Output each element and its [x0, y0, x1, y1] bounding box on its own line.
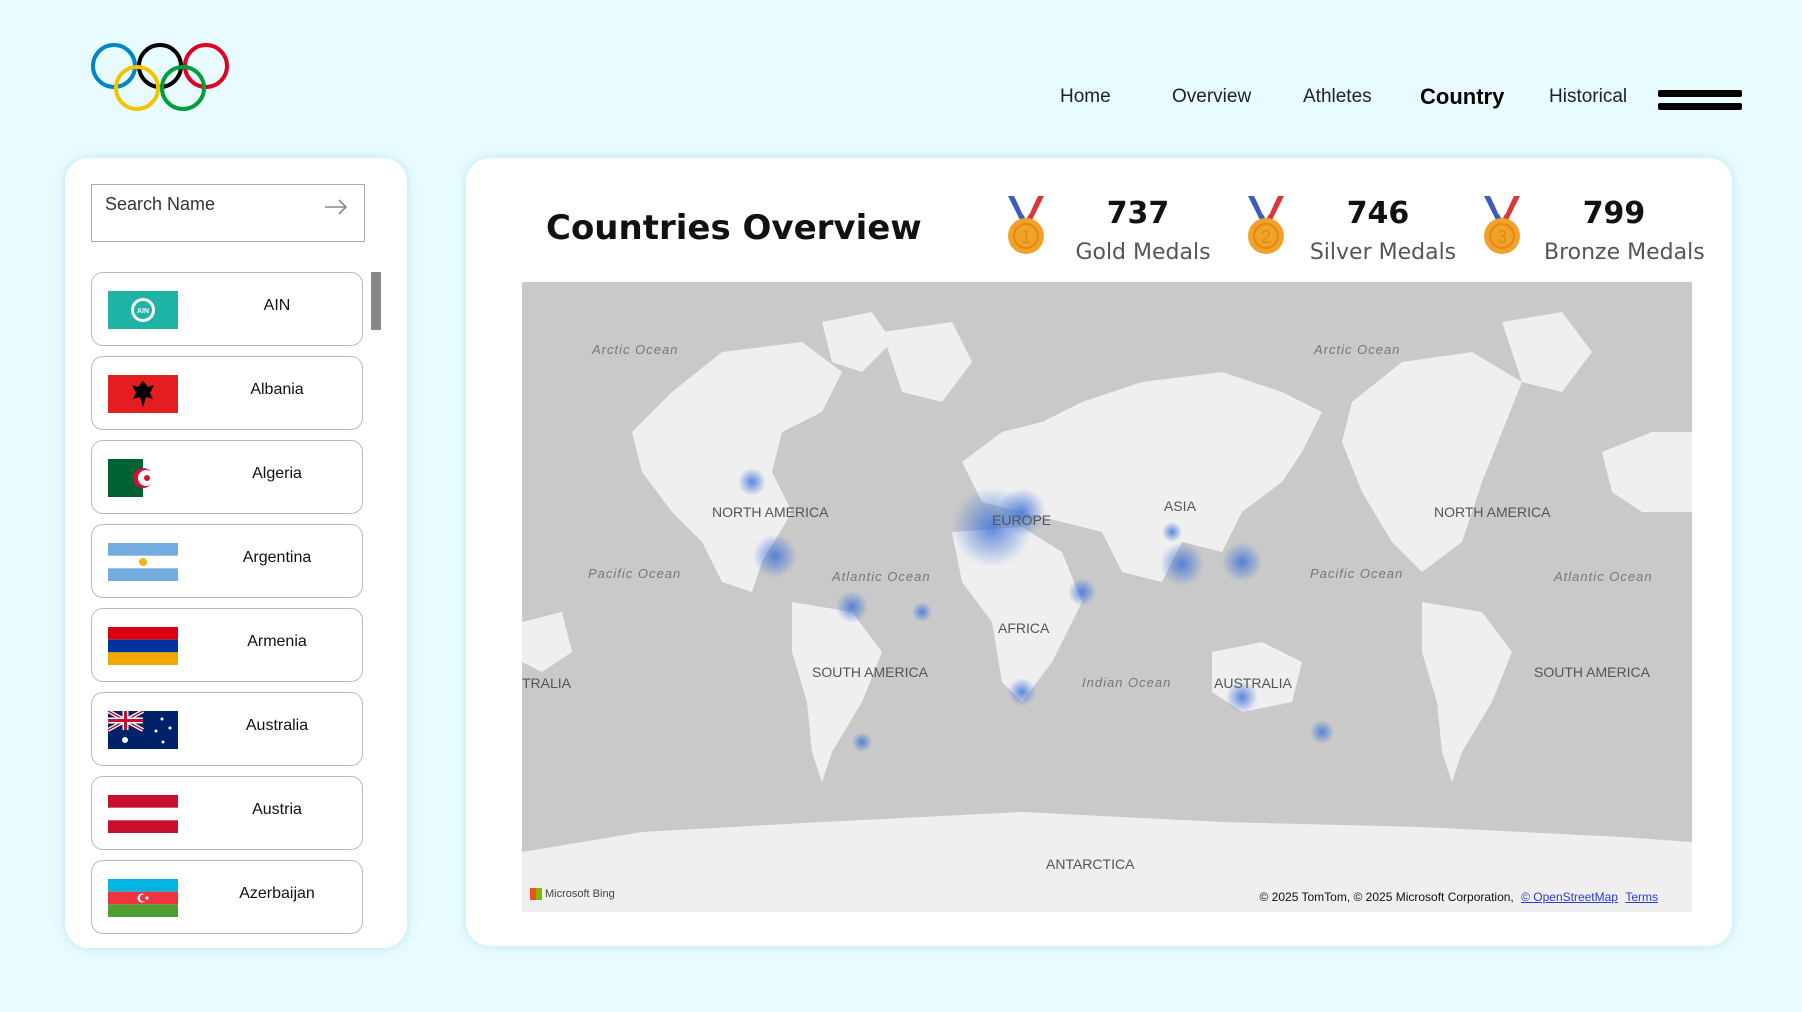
country-name: Austria [252, 801, 302, 818]
sidebar-scrollbar[interactable] [371, 272, 381, 330]
country-name: Australia [245, 717, 309, 734]
austria-flag-icon [108, 795, 178, 833]
map-label: TRALIA [522, 675, 572, 691]
map-landmass [522, 312, 1692, 912]
hamburger-menu-icon[interactable] [1658, 90, 1742, 114]
algeria-flag-icon [108, 459, 178, 497]
albania-flag-icon [108, 375, 178, 413]
country-list: AIN AIN Albania Algeria Argentina Armeni… [91, 272, 363, 944]
countries-overview-panel: Countries Overview 1 737 Gold Medals 2 7… [466, 158, 1732, 946]
bing-text: Microsoft Bing [545, 887, 615, 900]
gold-medal-kpi: 1 737 Gold Medals [1002, 194, 1242, 274]
gold-medal-count: 737 [1106, 196, 1170, 231]
map-label: Pacific Ocean [588, 566, 682, 581]
svg-text:AIN: AIN [137, 308, 149, 315]
country-name: Azerbaijan [239, 885, 315, 902]
country-name: Argentina [242, 549, 312, 566]
bronze-medal-count: 799 [1582, 196, 1646, 231]
world-map[interactable]: Arctic Ocean Arctic Ocean NORTH AMERICA … [522, 282, 1692, 912]
nav-athletes[interactable]: Athletes [1303, 86, 1372, 108]
map-label: ASIA [1164, 498, 1196, 514]
silver-medal-icon: 2 [1248, 195, 1284, 254]
map-label: SOUTH AMERICA [812, 664, 928, 680]
map-label: Arctic Ocean [592, 342, 679, 357]
map-label: ANTARCTICA [1046, 856, 1135, 872]
bronze-medal-kpi: 3 799 Bronze Medals [1478, 194, 1718, 274]
silver-medal-count: 746 [1346, 196, 1410, 231]
country-item-albania[interactable]: Albania [91, 356, 363, 430]
bing-logo: Microsoft Bing [530, 888, 615, 900]
map-label: EUROPE [992, 512, 1052, 528]
country-name: Armenia [247, 633, 307, 650]
terms-link[interactable]: Terms [1625, 890, 1658, 904]
map-label: Pacific Ocean [1310, 566, 1404, 581]
map-label: Arctic Ocean [1314, 342, 1401, 357]
country-item-ain[interactable]: AIN AIN [91, 272, 363, 346]
map-label: Atlantic Ocean [1554, 569, 1653, 584]
silver-medal-label: Silver Medals [1309, 240, 1457, 265]
armenia-flag-icon [108, 627, 178, 665]
country-item-austria[interactable]: Austria [91, 776, 363, 850]
bronze-medal-label: Bronze Medals [1544, 240, 1705, 265]
nav-historical[interactable]: Historical [1549, 86, 1627, 108]
australia-flag-icon [108, 711, 178, 749]
map-label: NORTH AMERICA [1434, 504, 1551, 520]
gold-medal-icon: 1 [1008, 195, 1044, 254]
search-input[interactable] [103, 193, 317, 216]
page-title: Countries Overview [546, 208, 922, 248]
nav-overview[interactable]: Overview [1172, 86, 1251, 108]
country-sidebar: AIN AIN Albania Algeria Argentina Armeni… [65, 158, 407, 948]
svg-text:2: 2 [1261, 227, 1271, 247]
map-label: Atlantic Ocean [832, 569, 931, 584]
ain-flag-icon: AIN [108, 291, 178, 329]
top-navigation: Home Overview Athletes Country Historica… [0, 84, 1802, 116]
search-box [91, 184, 365, 242]
country-name: Algeria [252, 465, 302, 482]
microsoft-logo-icon [530, 888, 542, 900]
arrow-right-icon[interactable] [324, 199, 348, 215]
country-item-azerbaijan[interactable]: Azerbaijan [91, 860, 363, 934]
map-label: NORTH AMERICA [712, 504, 829, 520]
svg-text:1: 1 [1021, 227, 1031, 247]
map-attribution: © 2025 TomTom, © 2025 Microsoft Corporat… [1260, 890, 1659, 904]
map-label: SOUTH AMERICA [1534, 664, 1650, 680]
country-item-argentina[interactable]: Argentina [91, 524, 363, 598]
silver-medal-kpi: 2 746 Silver Medals [1242, 194, 1482, 274]
map-label: Indian Ocean [1082, 675, 1172, 690]
svg-text:3: 3 [1497, 227, 1507, 247]
country-item-australia[interactable]: Australia [91, 692, 363, 766]
country-item-algeria[interactable]: Algeria [91, 440, 363, 514]
country-item-armenia[interactable]: Armenia [91, 608, 363, 682]
country-name: AIN [263, 297, 291, 314]
country-name: Albania [250, 381, 304, 398]
openstreetmap-link[interactable]: © OpenStreetMap [1521, 890, 1618, 904]
nav-country[interactable]: Country [1420, 84, 1504, 110]
azerbaijan-flag-icon [108, 879, 178, 917]
map-label: AUSTRALIA [1214, 675, 1292, 691]
map-label: AFRICA [998, 620, 1050, 636]
nav-home[interactable]: Home [1060, 86, 1111, 108]
bronze-medal-icon: 3 [1484, 195, 1520, 254]
gold-medal-label: Gold Medals [1075, 240, 1211, 265]
argentina-flag-icon [108, 543, 178, 581]
attribution-text: © 2025 TomTom, © 2025 Microsoft Corporat… [1259, 890, 1514, 904]
